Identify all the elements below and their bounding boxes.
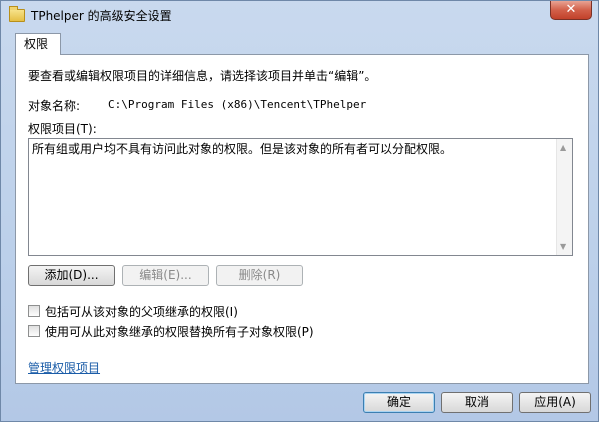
window-title: TPhelper 的高级安全设置 <box>31 9 172 23</box>
title-bar[interactable]: TPhelper 的高级安全设置 ✕ <box>1 1 598 31</box>
ok-button[interactable]: 确定 <box>363 392 435 413</box>
inherit-permissions-checkbox[interactable] <box>28 305 40 317</box>
folder-icon <box>9 6 25 22</box>
replace-child-permissions-checkbox[interactable] <box>28 325 40 337</box>
tab-permissions[interactable]: 权限 <box>15 33 61 55</box>
add-button[interactable]: 添加(D)... <box>28 265 115 286</box>
inherit-permissions-label[interactable]: 包括可从该对象的父项继承的权限(I) <box>45 303 238 320</box>
replace-child-permissions-label[interactable]: 使用可从此对象继承的权限替换所有子对象权限(P) <box>45 323 314 340</box>
manage-permissions-link[interactable]: 管理权限项目 <box>28 359 100 376</box>
object-name-label: 对象名称: <box>28 99 81 113</box>
permission-entries-list[interactable]: 所有组或用户均不具有访问此对象的权限。但是该对象的所有者可以分配权限。 ▲ ▼ <box>28 138 573 256</box>
scroll-up-icon[interactable]: ▲ <box>560 143 566 152</box>
apply-button[interactable]: 应用(A) <box>519 392 591 413</box>
close-button[interactable]: ✕ <box>550 1 592 20</box>
permission-entries-label: 权限项目(T): <box>28 122 97 136</box>
remove-button[interactable]: 删除(R) <box>216 265 303 286</box>
close-icon: ✕ <box>565 2 577 17</box>
object-name-value: C:\Program Files (x86)\Tencent\TPhelper <box>108 98 367 111</box>
empty-list-message: 所有组或用户均不具有访问此对象的权限。但是该对象的所有者可以分配权限。 <box>32 142 453 156</box>
security-settings-window: TPhelper 的高级安全设置 ✕ 权限 要查看或编辑权限项目的详细信息，请选… <box>0 0 599 422</box>
instruction-text: 要查看或编辑权限项目的详细信息，请选择该项目并单击“编辑”。 <box>28 69 377 83</box>
edit-button[interactable]: 编辑(E)... <box>122 265 209 286</box>
cancel-button[interactable]: 取消 <box>441 392 513 413</box>
scroll-down-icon[interactable]: ▼ <box>560 242 566 251</box>
list-scrollbar[interactable]: ▲ ▼ <box>556 139 572 255</box>
